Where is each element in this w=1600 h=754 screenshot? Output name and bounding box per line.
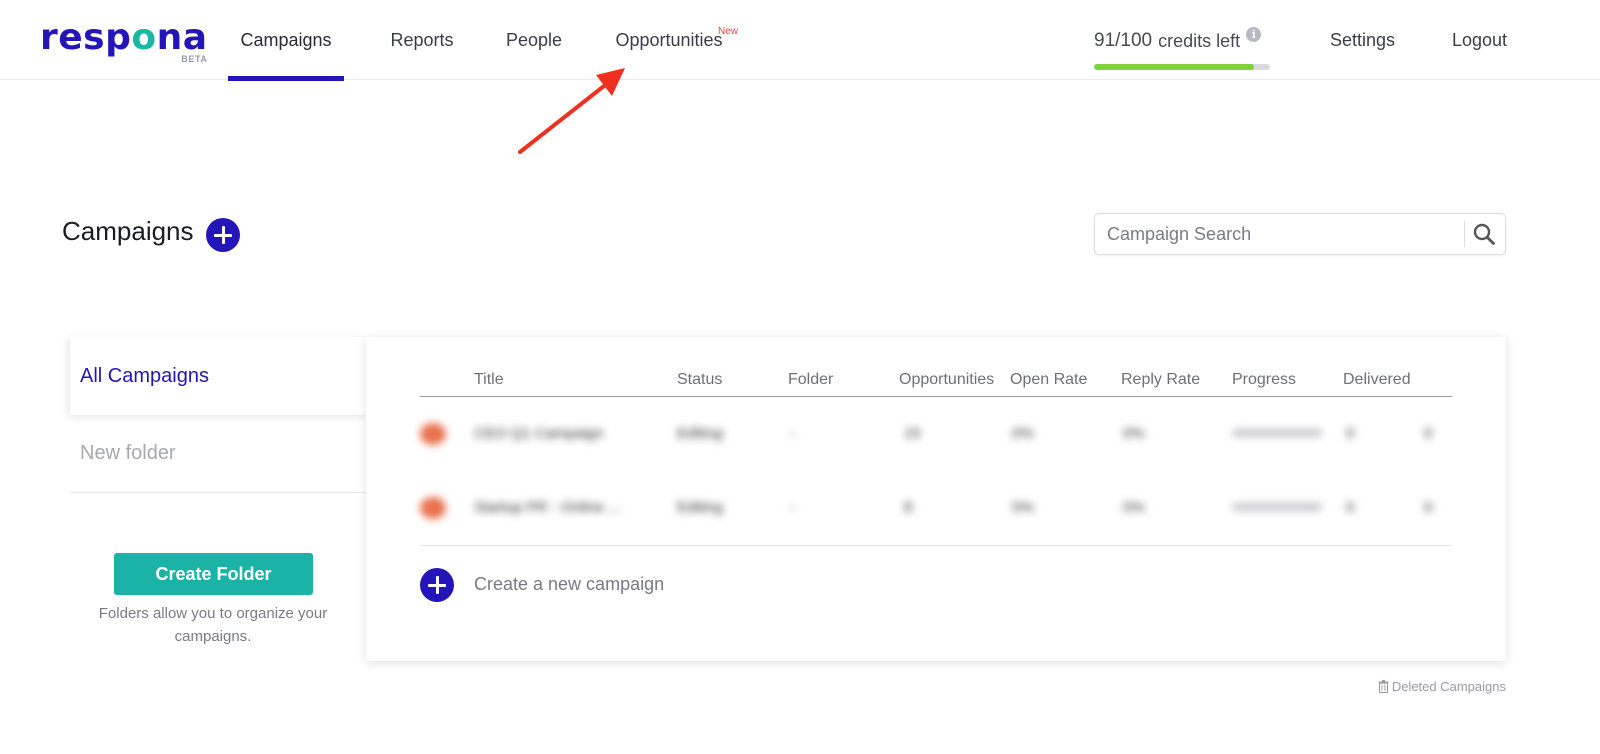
row-opportunities: 15 (904, 425, 921, 442)
plus-icon (428, 576, 446, 594)
deleted-campaigns-link[interactable]: Deleted Campaigns (1378, 679, 1506, 694)
folder-list: All Campaigns New folder (70, 337, 368, 493)
credits-progress-bar (1094, 64, 1270, 70)
row-status: Editing (677, 499, 723, 516)
create-campaign-link[interactable]: Create a new campaign (474, 574, 664, 595)
main-nav: Campaigns Reports People Opportunities N… (228, 0, 738, 81)
row-title: Startup PR - Online ... (474, 499, 621, 516)
respona-logo[interactable]: respona BETA (40, 18, 208, 68)
campaign-status-dot (420, 423, 446, 445)
row-delivered: 0 (1346, 499, 1355, 516)
col-folder[interactable]: Folder (788, 371, 833, 389)
row-status: Editing (677, 425, 723, 442)
logo-wordmark: respona (40, 17, 208, 58)
campaign-search (1094, 213, 1506, 255)
row-extra: 0 (1424, 425, 1433, 442)
nav-campaigns[interactable]: Campaigns (228, 0, 344, 81)
top-header: respona BETA Campaigns Reports People Op… (0, 0, 1600, 81)
row-progress (1232, 503, 1322, 511)
nav-opportunities-label: Opportunities (615, 29, 723, 50)
row-progress (1232, 429, 1322, 437)
row-folder: - (790, 425, 795, 442)
table-row[interactable]: CEO Q1 Campaign Editing - 15 0% 0% 0 0 (420, 397, 1452, 471)
col-status[interactable]: Status (677, 371, 722, 389)
col-opportunities[interactable]: Opportunities (899, 371, 994, 389)
search-divider (1464, 221, 1465, 247)
logout-link[interactable]: Logout (1452, 0, 1507, 80)
search-input[interactable] (1095, 214, 1463, 254)
folder-all-campaigns[interactable]: All Campaigns (70, 337, 368, 415)
row-folder: - (790, 499, 795, 516)
search-icon[interactable] (1472, 222, 1496, 246)
table-row[interactable]: Startup PR - Online ... Editing - 8 0% 0… (420, 471, 1452, 545)
beta-badge: BETA (181, 54, 208, 64)
settings-link[interactable]: Settings (1330, 0, 1395, 80)
col-open-rate[interactable]: Open Rate (1010, 371, 1087, 389)
plus-icon (214, 226, 232, 244)
table-header: Title Status Folder Opportunities Open R… (420, 361, 1452, 397)
row-opportunities: 8 (904, 499, 913, 516)
col-title[interactable]: Title (474, 371, 504, 389)
row-title: CEO Q1 Campaign (474, 425, 604, 442)
info-icon[interactable]: i (1246, 26, 1262, 42)
col-delivered[interactable]: Delivered (1343, 371, 1411, 389)
credits-indicator: 91/100 credits left i (1094, 26, 1280, 70)
credits-count: 91/100 (1094, 30, 1153, 51)
credits-suffix: credits left (1158, 30, 1241, 51)
row-delivered: 0 (1346, 425, 1355, 442)
col-progress[interactable]: Progress (1232, 371, 1296, 389)
create-folder-button[interactable]: Create Folder (114, 553, 313, 595)
campaigns-table-card: Title Status Folder Opportunities Open R… (366, 337, 1506, 661)
row-reply-rate: 0% (1123, 425, 1145, 442)
credits-progress-fill (1094, 64, 1255, 70)
folder-hint: Folders allow you to organize your campa… (98, 605, 328, 645)
trash-icon (1378, 680, 1389, 693)
new-badge: New (717, 26, 738, 37)
col-reply-rate[interactable]: Reply Rate (1121, 371, 1200, 389)
row-open-rate: 0% (1012, 425, 1034, 442)
folder-new[interactable]: New folder (70, 415, 368, 493)
annotation-arrow (518, 68, 625, 154)
row-extra: 0 (1424, 499, 1433, 516)
create-campaign-button[interactable] (420, 568, 454, 602)
campaign-status-dot (420, 497, 446, 519)
page-title: Campaigns (62, 216, 194, 246)
row-divider (420, 545, 1452, 546)
nav-reports[interactable]: Reports (372, 0, 472, 80)
row-open-rate: 0% (1012, 499, 1034, 516)
row-reply-rate: 0% (1123, 499, 1145, 516)
deleted-campaigns-label: Deleted Campaigns (1391, 679, 1506, 694)
add-campaign-button[interactable] (206, 218, 240, 252)
